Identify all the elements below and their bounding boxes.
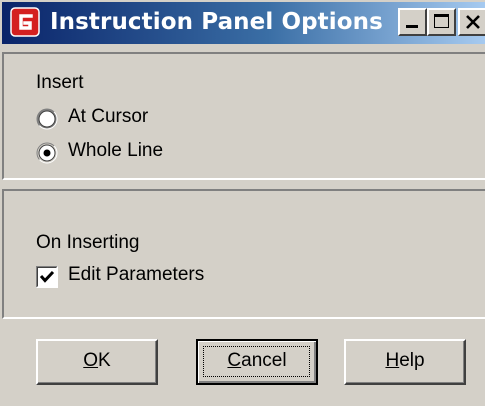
cancel-button[interactable]: Cancel — [196, 339, 318, 385]
edit-parameters-checkbox[interactable] — [36, 266, 58, 288]
radio-at-cursor[interactable] — [36, 108, 58, 130]
minimize-icon — [406, 25, 418, 28]
maximize-button[interactable] — [427, 8, 456, 36]
insert-group-label: Insert — [36, 72, 84, 93]
close-button[interactable] — [458, 8, 485, 36]
edit-parameters-label: Edit Parameters — [68, 264, 205, 285]
ok-button[interactable]: OK — [36, 339, 158, 385]
on-inserting-label: On Inserting — [36, 232, 140, 253]
radio-at-cursor-label: At Cursor — [68, 106, 149, 127]
radio-whole-line[interactable] — [36, 142, 58, 164]
focus-rectangle — [203, 346, 310, 377]
close-icon — [466, 15, 480, 29]
help-button[interactable]: Help — [344, 339, 466, 385]
app-shield-icon — [10, 7, 40, 37]
minimize-button[interactable] — [398, 8, 427, 36]
ok-label-rest: K — [98, 350, 111, 371]
dialog-window: Instruction Panel Options Insert At Curs… — [0, 0, 485, 406]
help-label-rest: elp — [399, 350, 425, 371]
on-inserting-group — [2, 189, 485, 319]
help-mnemonic: H — [385, 350, 400, 371]
window-title: Instruction Panel Options — [50, 9, 383, 35]
maximize-icon — [434, 14, 449, 28]
ok-mnemonic: O — [83, 350, 99, 371]
title-bar[interactable]: Instruction Panel Options — [2, 2, 485, 44]
radio-whole-line-label: Whole Line — [68, 140, 164, 161]
